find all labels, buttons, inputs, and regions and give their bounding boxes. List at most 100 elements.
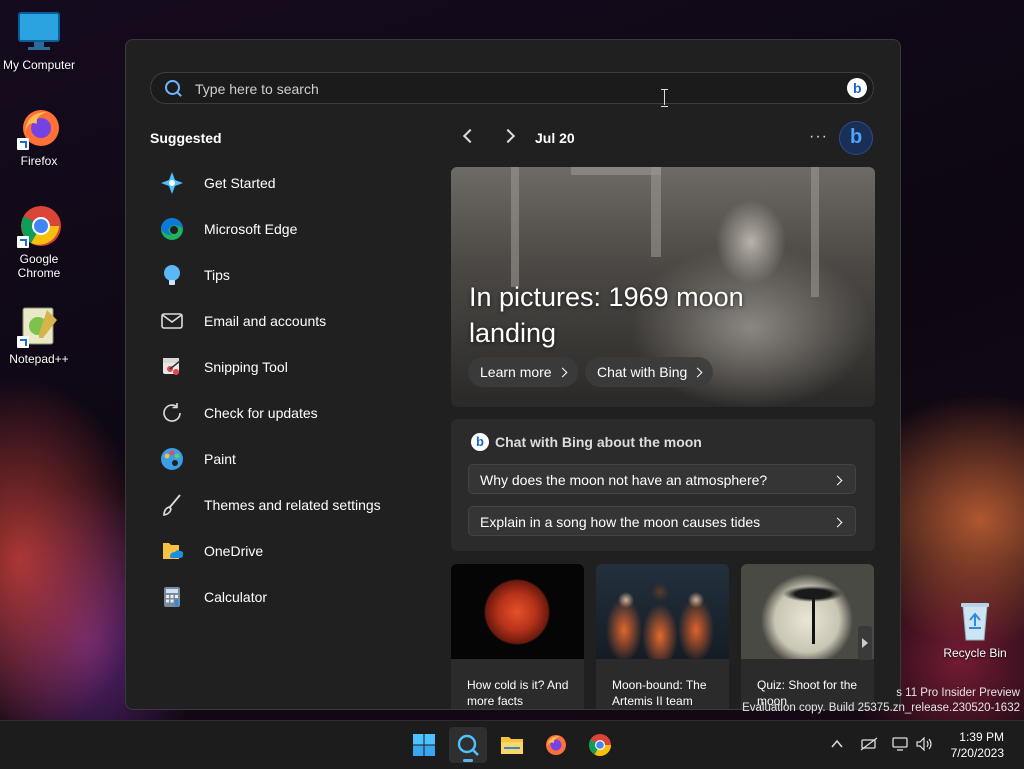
suggested-item-label: Check for updates <box>204 405 318 421</box>
desktop-icon-my-computer[interactable]: My Computer <box>1 10 77 72</box>
suggested-item-tips[interactable]: Tips <box>150 252 440 298</box>
suggested-item-label: Snipping Tool <box>204 359 288 375</box>
bing-icon: b <box>471 433 489 451</box>
suggested-item-get-started[interactable]: Get Started <box>150 160 440 206</box>
paint-icon <box>160 447 184 471</box>
evaluation-watermark: s 11 Pro Insider Preview Evaluation copy… <box>742 686 1020 716</box>
suggested-item-microsoft-edge[interactable]: Microsoft Edge <box>150 206 440 252</box>
suggested-item-onedrive[interactable]: OneDrive <box>150 528 440 574</box>
windows-logo-icon <box>413 734 435 756</box>
chevron-right-icon <box>832 475 843 486</box>
notepad-plus-plus-icon <box>17 304 61 348</box>
chrome-taskbar-button[interactable] <box>581 727 619 763</box>
previous-button[interactable] <box>462 128 478 144</box>
desktop-icon-label: My Computer <box>2 58 76 72</box>
chat-with-bing-label: Chat with Bing <box>597 364 688 380</box>
volume-icon[interactable] <box>916 736 932 752</box>
suggested-list: Get Started Microsoft Edge Tips Email an… <box>150 160 440 620</box>
suggested-item-label: Paint <box>204 451 236 467</box>
desktop-icon-google-chrome[interactable]: Google Chrome <box>1 204 77 280</box>
get-started-icon <box>160 171 184 195</box>
watermark-line-2: Evaluation copy. Build 25375.zn_release.… <box>742 702 1020 714</box>
suggested-item-calculator[interactable]: Calculator <box>150 574 440 620</box>
hero-title: In pictures: 1969 moon landing <box>469 282 744 348</box>
hero-image-detail <box>651 167 661 257</box>
watermark-line-1: s 11 Pro Insider Preview <box>896 687 1020 699</box>
search-flyout: b Suggested Get Started Microsoft Edge T… <box>125 39 901 710</box>
display-icon[interactable] <box>892 737 908 751</box>
suggested-item-paint[interactable]: Paint <box>150 436 440 482</box>
bing-chat-heading-text: Chat with Bing about the moon <box>495 434 702 450</box>
suggested-item-label: Calculator <box>204 589 268 605</box>
suggested-item-label: Themes and related settings <box>204 497 381 513</box>
highlight-card-artemis-team[interactable]: Moon-bound: The Artemis II team <box>596 564 729 709</box>
refresh-icon <box>160 401 184 425</box>
chat-question-2[interactable]: Explain in a song how the moon causes ti… <box>468 506 856 536</box>
chat-question-text: Why does the moon not have an atmosphere… <box>480 472 768 488</box>
file-explorer-button[interactable] <box>493 727 531 763</box>
search-input[interactable] <box>193 78 797 100</box>
highlights-date: Jul 20 <box>535 130 575 146</box>
suggested-item-label: Tips <box>204 267 230 283</box>
edge-icon <box>160 217 184 241</box>
hero-card[interactable]: In pictures: 1969 moon landing Learn mor… <box>451 167 875 407</box>
desktop-icon-firefox[interactable]: Firefox <box>1 106 77 168</box>
taskbar-search-button[interactable] <box>449 727 487 763</box>
suggested-item-label: Microsoft Edge <box>204 221 298 237</box>
next-button[interactable] <box>500 128 516 144</box>
astronauts-image <box>596 564 729 659</box>
desktop-icon-label: Google Chrome <box>17 252 61 280</box>
text-cursor-icon <box>661 89 669 107</box>
chat-question-1[interactable]: Why does the moon not have an atmosphere… <box>468 464 856 494</box>
firefox-icon <box>546 735 566 755</box>
chat-with-bing-button[interactable]: Chat with Bing <box>585 357 714 387</box>
blood-moon-image <box>451 564 584 659</box>
chevron-right-icon <box>557 367 568 378</box>
suggested-item-label: Email and accounts <box>204 313 327 329</box>
onedrive-icon <box>160 539 184 563</box>
desktop-icon-label: Notepad++ <box>9 352 69 366</box>
chrome-icon <box>589 734 611 756</box>
bing-chat-heading: b Chat with Bing about the moon <box>471 433 702 451</box>
highlights-nav: Jul 20 ··· b <box>451 121 875 155</box>
suggested-item-label: Get Started <box>204 175 276 191</box>
suggested-item-check-for-updates[interactable]: Check for updates <box>150 390 440 436</box>
more-options-button[interactable]: ··· <box>809 128 828 146</box>
firefox-icon <box>17 106 61 150</box>
desktop-icon-label: Firefox <box>20 154 58 168</box>
system-clock[interactable]: 1:39 PM 7/20/2023 <box>951 729 1004 761</box>
desktop-icon-label: Recycle Bin <box>943 646 1007 660</box>
card-caption: How cold is it? And more facts <box>467 678 569 708</box>
scroll-right-button[interactable] <box>858 626 872 660</box>
clock-time: 1:39 PM <box>959 730 1004 744</box>
desktop-icon-notepad-plus-plus[interactable]: Notepad++ <box>1 304 77 366</box>
learn-more-button[interactable]: Learn more <box>468 357 578 387</box>
tips-icon <box>160 263 184 287</box>
monitor-icon <box>17 10 61 54</box>
network-disconnected-icon[interactable] <box>860 737 878 751</box>
suggested-item-email-and-accounts[interactable]: Email and accounts <box>150 298 440 344</box>
start-button[interactable] <box>405 727 443 763</box>
folder-icon <box>501 737 523 754</box>
card-caption: Moon-bound: The Artemis II team <box>612 678 707 708</box>
suggested-item-snipping-tool[interactable]: Snipping Tool <box>150 344 440 390</box>
bing-chat-icon[interactable]: b <box>839 121 873 155</box>
calculator-icon <box>160 585 184 609</box>
search-icon <box>165 80 180 95</box>
chevron-right-icon <box>692 367 703 378</box>
hero-image-detail <box>811 167 819 297</box>
recycle-bin-icon <box>953 598 997 642</box>
show-hidden-icons-chevron-icon[interactable] <box>830 737 846 751</box>
chevron-right-icon <box>832 517 843 528</box>
suggested-item-themes-and-related-settings[interactable]: Themes and related settings <box>150 482 440 528</box>
desktop-icon-recycle-bin[interactable]: Recycle Bin <box>937 598 1013 660</box>
hero-image-detail <box>511 167 519 287</box>
highlight-card-moon-facts[interactable]: How cold is it? And more facts <box>451 564 584 709</box>
shortcut-arrow-icon <box>17 336 29 348</box>
chrome-icon <box>17 204 61 248</box>
full-moon-tree-image <box>741 564 874 659</box>
learn-more-label: Learn more <box>480 364 552 380</box>
firefox-taskbar-button[interactable] <box>537 727 575 763</box>
search-box[interactable]: b <box>150 72 874 104</box>
bing-icon[interactable]: b <box>847 78 867 98</box>
